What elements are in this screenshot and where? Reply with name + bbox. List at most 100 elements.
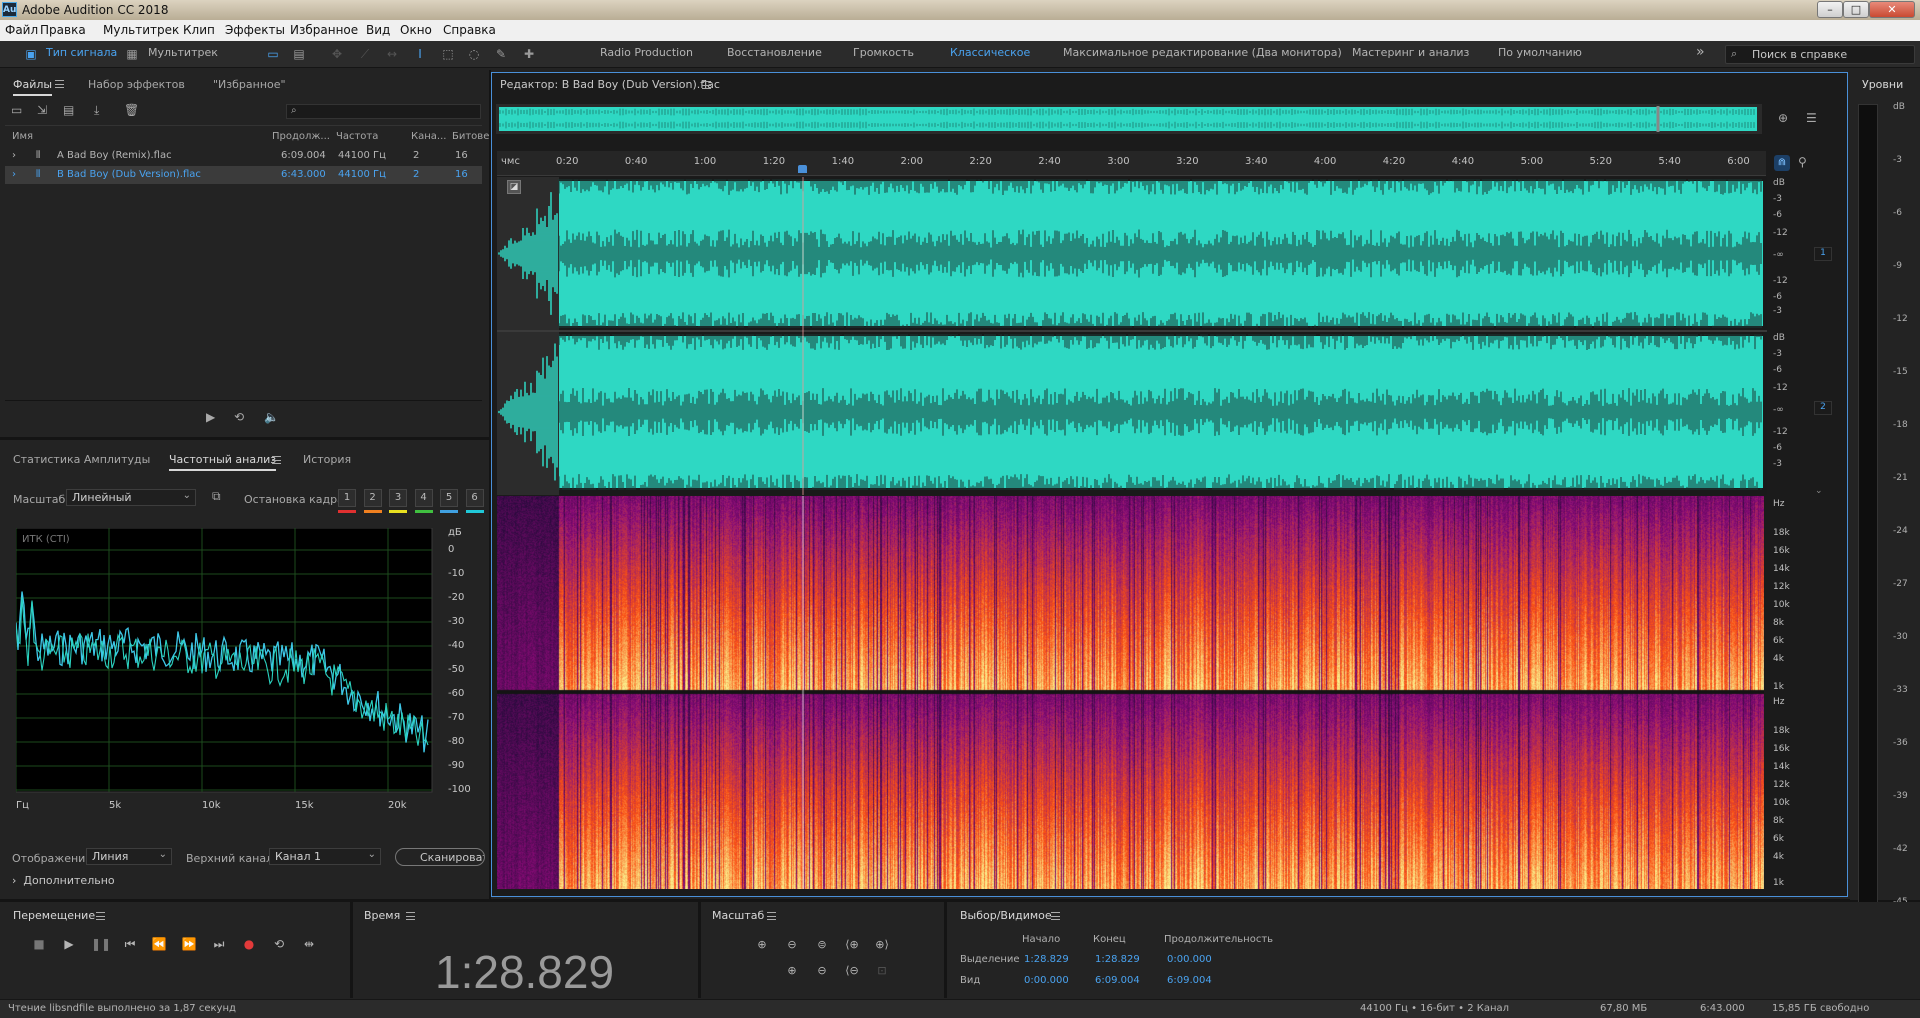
tab-frequency-analysis[interactable]: Частотный анализ [169,453,277,471]
minimize-button[interactable]: – [1817,1,1843,18]
menu-file[interactable]: Файл [5,23,38,37]
zoom-in-right-icon[interactable]: ⊕⟩ [871,937,893,953]
file-row-selected[interactable]: › ⫴ B Bad Boy (Dub Version).flac 6:43.00… [5,166,482,184]
freeze-frame-button-4[interactable]: 4 [414,489,433,507]
hud-icon[interactable]: ◪ [507,180,521,194]
file-row[interactable]: › ⫴ A Bad Boy (Remix).flac 6:09.004 4410… [5,147,482,165]
skip-selection-icon[interactable]: ⇹ [300,936,318,952]
import-file-icon[interactable]: ⇲ [37,103,47,117]
play-icon[interactable]: ▶ [60,936,78,952]
snap-icon[interactable]: ⋒ [1774,155,1790,171]
record-icon[interactable]: ● [240,936,258,952]
brush-tool-icon[interactable]: ✎ [492,46,510,62]
selection-start[interactable]: 1:28.829 [1024,954,1069,965]
lasso-tool-icon[interactable]: ◌ [465,46,483,62]
tab-amplitude-stats[interactable]: Статистика Амплитуды [13,453,150,466]
display-select[interactable]: Линия ⌄ [86,848,172,865]
tab-history[interactable]: История [303,453,351,466]
selection-duration[interactable]: 0:00.000 [1167,954,1212,965]
insert-multitrack-icon[interactable]: ⤓ [94,103,99,118]
scan-button[interactable]: Сканировать [395,848,485,866]
loop-icon[interactable]: ⟲ [270,936,288,952]
tab-waveform[interactable]: Тип сигнала [46,46,117,59]
freeze-frame-button-5[interactable]: 5 [440,489,458,507]
workspace-default[interactable]: По умолчанию [1498,46,1582,59]
skip-to-start-icon[interactable]: ⏮ [121,936,139,952]
tab-multitrack[interactable]: Мультитрек [148,46,218,59]
spectral-display-icon[interactable]: ▤ [290,46,308,62]
transport-menu-icon[interactable] [96,912,105,920]
zoom-selected-tracks-icon[interactable]: ⊡ [871,963,893,979]
more-workspaces-button[interactable]: » [1696,44,1705,60]
zoom-out-full-icon[interactable]: ⊜ [811,937,833,953]
time-ruler[interactable] [497,151,1766,176]
overview-navigator[interactable] [496,104,1766,136]
freeze-frame-button-2[interactable]: 2 [363,489,382,507]
menu-window[interactable]: Окно [400,23,432,37]
overview-toggle-icon[interactable]: ☰ [1806,111,1817,125]
marquee-tool-icon[interactable]: ⬚ [439,46,457,62]
workspace-classic[interactable]: Классическое [950,46,1030,59]
selection-end[interactable]: 1:28.829 [1095,954,1140,965]
menu-multitrack[interactable]: Мультитрек [103,23,179,37]
menu-clip[interactable]: Клип [183,23,215,37]
copy-graph-icon[interactable]: ⧉ [212,489,221,504]
workspace-mastering[interactable]: Мастеринг и анализ [1352,46,1469,59]
advanced-toggle[interactable]: › Дополнительно [12,874,115,887]
fast-forward-icon[interactable]: ⏩ [180,936,198,952]
tab-favorites[interactable]: "Избранное" [213,78,286,91]
stop-icon[interactable]: ■ [30,936,48,952]
col-name[interactable]: Имя [12,131,33,142]
zoom-out-time-icon[interactable]: ⊖ [811,963,833,979]
files-menu-icon[interactable] [55,80,64,88]
open-file-icon[interactable]: ▭ [11,103,22,117]
zoom-in-left-icon[interactable]: ⟨⊕ [841,937,863,953]
menu-edit[interactable]: Правка [40,23,86,37]
workspace-loudness[interactable]: Громкость [853,46,914,59]
menu-favorites[interactable]: Избранное [290,23,358,37]
tab-effects-rack[interactable]: Набор эффектов [88,78,185,91]
waveform-display[interactable] [497,177,1767,495]
close-button[interactable]: ✕ [1869,1,1915,18]
zoom-to-selection-icon[interactable]: ⟨⊖ [841,963,863,979]
delete-icon[interactable]: 🗑 [124,103,139,117]
workspace-radio-production[interactable]: Radio Production [600,46,693,59]
editor-menu-icon[interactable] [702,81,711,89]
new-file-icon[interactable]: ▤ [63,103,74,117]
view-duration[interactable]: 6:09.004 [1167,975,1212,986]
freeze-frame-button-1[interactable]: 1 [338,489,356,507]
view-start[interactable]: 0:00.000 [1024,975,1069,986]
zoom-navigator-icon[interactable]: ⊕ [1778,111,1788,125]
view-end[interactable]: 6:09.004 [1095,975,1140,986]
files-scrollbar[interactable] [5,400,482,401]
waveform-display-icon[interactable]: ▭ [264,46,282,62]
spot-healing-tool-icon[interactable]: ✚ [520,46,538,62]
rewind-icon[interactable]: ⏪ [150,936,168,952]
freeze-frame-button-6[interactable]: 6 [465,489,484,507]
zoom-out-amplitude-icon[interactable]: ⊖ [781,937,803,953]
workspace-max-edit[interactable]: Максимальное редактирование (Два монитор… [1063,46,1342,59]
spectral-frequency-display[interactable] [497,496,1766,889]
play-preview-icon[interactable]: ▶ [206,410,215,424]
pause-icon[interactable]: ❚❚ [91,936,111,952]
col-bits[interactable]: Битове [452,131,489,142]
autoplay-icon[interactable]: 🔈 [264,410,279,424]
chevron-down-icon[interactable]: ⌄ [1815,486,1823,496]
menu-help[interactable]: Справка [443,23,496,37]
skip-to-end-icon[interactable]: ⏭ [210,936,228,952]
help-search-input[interactable]: Поиск в справке [1725,45,1915,64]
time-selection-tool-icon[interactable]: I [411,46,429,62]
scale-select[interactable]: Линейный ⌄ [66,489,196,506]
maximize-button[interactable]: □ [1843,1,1869,18]
channel-2-toggle[interactable]: 2 [1814,401,1832,415]
slip-tool-icon[interactable]: ↔ [383,46,401,62]
expand-icon[interactable]: › [12,169,16,180]
zoom-menu-icon[interactable] [767,912,776,920]
freeze-frame-button-3[interactable]: 3 [389,489,407,507]
menu-view[interactable]: Вид [366,23,390,37]
time-menu-icon[interactable] [406,912,415,920]
col-channels[interactable]: Кана... [411,131,446,142]
marker-icon[interactable]: ⚲ [1798,155,1807,169]
razor-tool-icon[interactable]: ⟋ [356,46,374,62]
workspace-restoration[interactable]: Восстановление [727,46,822,59]
